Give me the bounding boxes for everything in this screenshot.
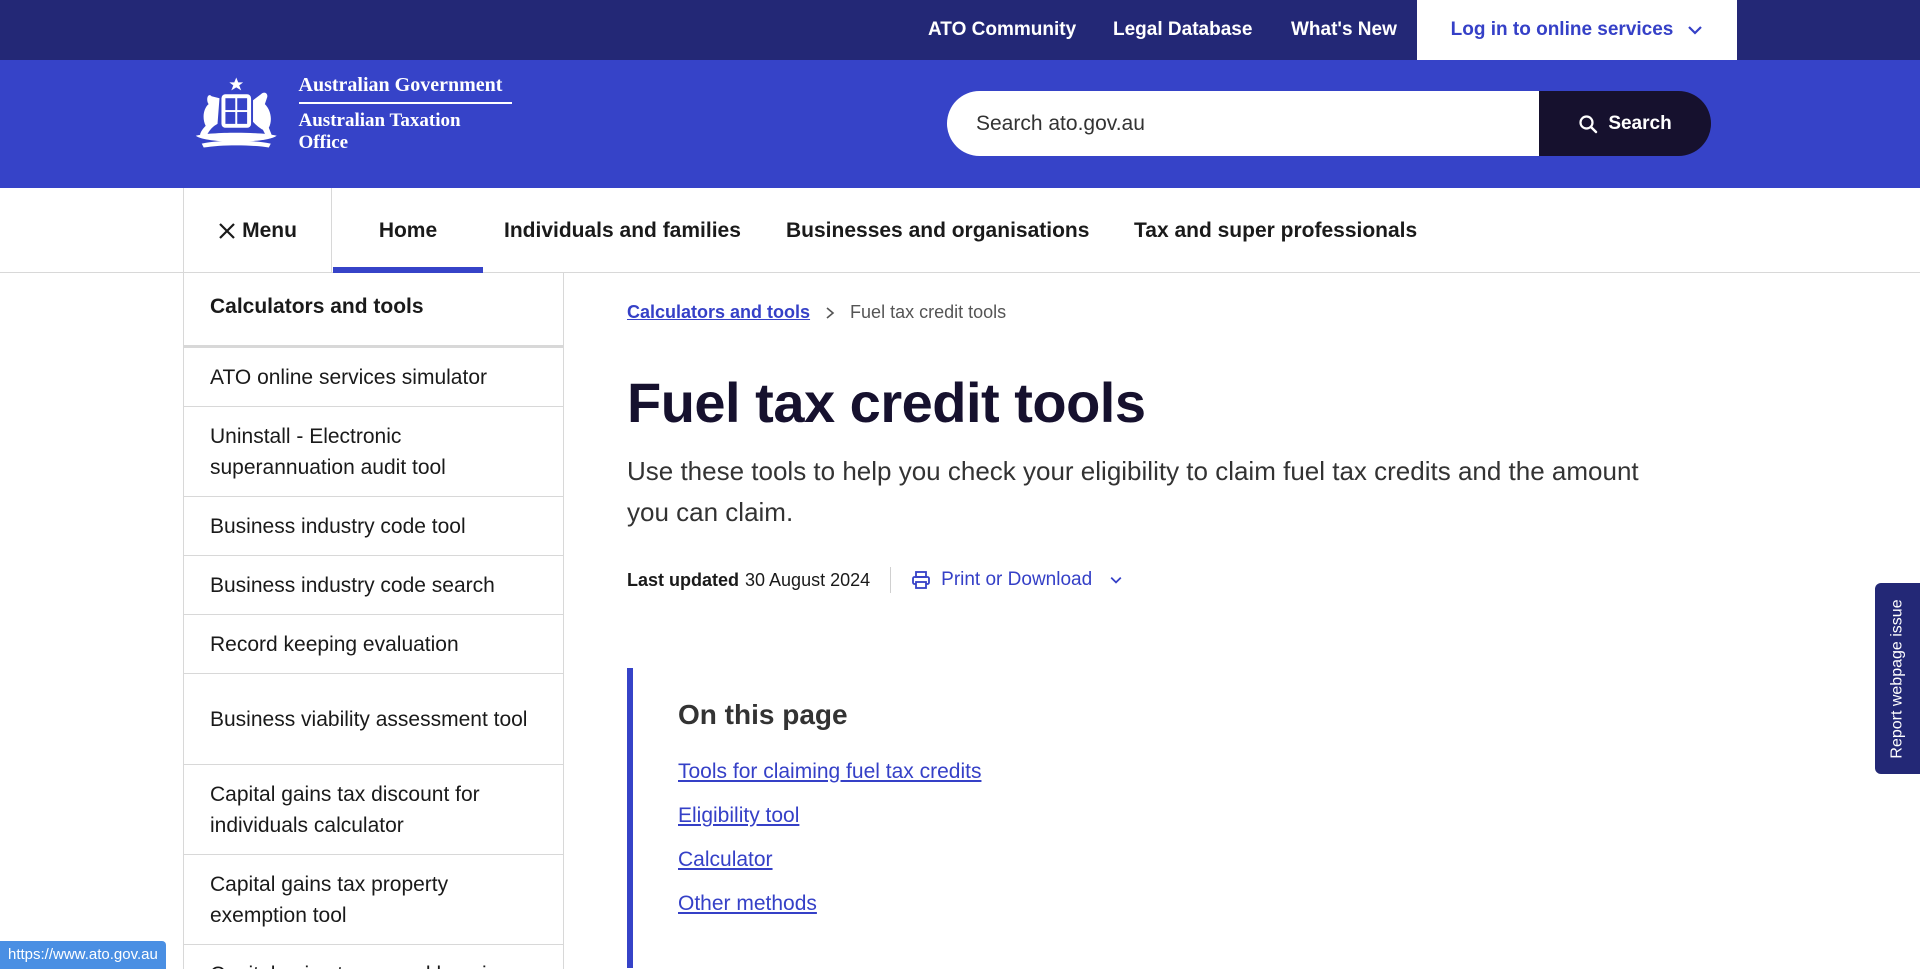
- tab-individuals-and-families[interactable]: Individuals and families: [504, 188, 741, 273]
- otp-link-other-methods[interactable]: Other methods: [678, 892, 1527, 916]
- report-webpage-issue-button[interactable]: Report webpage issue: [1875, 583, 1920, 774]
- menu-label: Menu: [242, 218, 297, 242]
- otp-link-eligibility-tool[interactable]: Eligibility tool: [678, 804, 1527, 828]
- coat-of-arms-icon: [195, 77, 277, 148]
- page-meta: Last updated 30 August 2024 Print or Dow…: [627, 567, 1124, 593]
- logo-line-government: Australian Government: [298, 74, 512, 104]
- sidebar-item-record-keeping-evaluation[interactable]: Record keeping evaluation: [184, 615, 563, 674]
- whats-new-link[interactable]: What's New: [1291, 0, 1397, 60]
- page-title: Fuel tax credit tools: [627, 371, 1146, 434]
- meta-divider: [890, 567, 892, 593]
- search-button-label: Search: [1608, 112, 1672, 134]
- login-button[interactable]: Log in to online services: [1417, 0, 1737, 60]
- main-nav: Menu Home Individuals and families Busin…: [0, 188, 1920, 273]
- sidebar-item-cgt-record-keeping[interactable]: Capital gains tax record keeping: [184, 945, 563, 969]
- tab-home[interactable]: Home: [333, 188, 483, 273]
- last-updated-label: Last updated: [627, 569, 740, 590]
- sidebar-item-cgt-discount-calculator[interactable]: Capital gains tax discount for individua…: [184, 765, 563, 855]
- printer-icon: [912, 571, 931, 589]
- print-or-download-button[interactable]: Print or Download: [911, 569, 1124, 591]
- search-form: Search: [947, 91, 1711, 156]
- otp-link-calculator[interactable]: Calculator: [678, 848, 1527, 872]
- on-this-page-box: On this page Tools for claiming fuel tax…: [627, 668, 1527, 968]
- status-bar-url: https://www.ato.gov.au: [0, 941, 166, 969]
- sidebar-heading[interactable]: Calculators and tools: [184, 273, 563, 348]
- breadcrumb: Calculators and tools Fuel tax credit to…: [627, 302, 1006, 323]
- print-label: Print or Download: [941, 569, 1093, 590]
- breadcrumb-link-calculators-and-tools[interactable]: Calculators and tools: [627, 302, 810, 323]
- search-icon: [1579, 114, 1598, 133]
- on-this-page-heading: On this page: [678, 699, 848, 730]
- ato-community-link[interactable]: ATO Community: [928, 0, 1076, 60]
- chevron-right-icon: [826, 306, 835, 319]
- tab-tax-and-super-professionals[interactable]: Tax and super professionals: [1134, 188, 1417, 273]
- sidebar-item-business-industry-code-tool[interactable]: Business industry code tool: [184, 497, 563, 556]
- chevron-down-icon: [1688, 26, 1703, 35]
- otp-link-tools-for-claiming[interactable]: Tools for claiming fuel tax credits: [678, 760, 1527, 784]
- sidebar-nav: Calculators and tools ATO online service…: [183, 273, 564, 969]
- sidebar-item-cgt-property-exemption-tool[interactable]: Capital gains tax property exemption too…: [184, 855, 563, 945]
- menu-toggle-button[interactable]: Menu: [183, 188, 332, 273]
- report-tab-label: Report webpage issue: [1888, 598, 1906, 759]
- chevron-down-icon: [1110, 576, 1122, 584]
- sidebar-item-business-industry-code-search[interactable]: Business industry code search: [184, 556, 563, 615]
- search-input[interactable]: [947, 91, 1539, 156]
- tab-businesses-and-organisations[interactable]: Businesses and organisations: [786, 188, 1089, 273]
- sidebar-item-ato-online-services-simulator[interactable]: ATO online services simulator: [184, 348, 563, 407]
- legal-database-link[interactable]: Legal Database: [1113, 0, 1252, 60]
- sidebar-item-business-viability-assessment-tool[interactable]: Business viability assessment tool: [184, 674, 563, 765]
- ato-logo[interactable]: Australian Government Australian Taxatio…: [182, 74, 512, 154]
- breadcrumb-current: Fuel tax credit tools: [850, 302, 1007, 322]
- logo-line-ato: Australian Taxation Office: [298, 110, 461, 153]
- last-updated-value: 30 August 2024: [745, 569, 871, 590]
- login-label: Log in to online services: [1450, 19, 1674, 40]
- close-icon: [219, 222, 235, 239]
- sidebar-item-uninstall-esa-tool[interactable]: Uninstall - Electronic superannuation au…: [184, 407, 563, 497]
- search-button[interactable]: Search: [1539, 91, 1711, 156]
- page-intro: Use these tools to help you check your e…: [627, 456, 1639, 527]
- utility-bar: ATO Community Legal Database What's New …: [0, 0, 1920, 60]
